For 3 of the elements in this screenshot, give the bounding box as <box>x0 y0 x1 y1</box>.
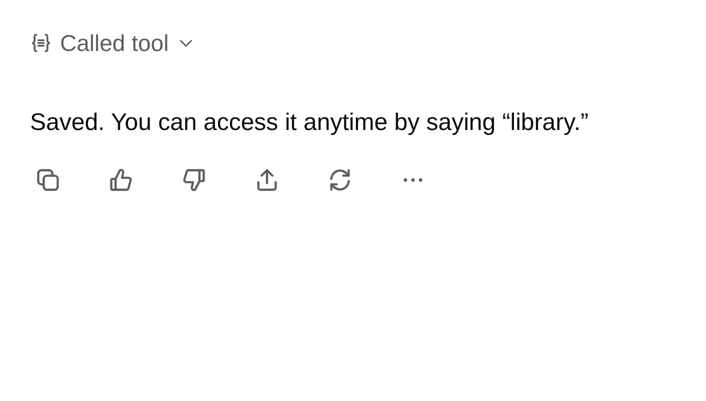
braces-icon <box>30 32 52 54</box>
message-text: Saved. You can access it anytime by saying “library.” <box>30 108 590 138</box>
called-tool-toggle[interactable]: Called tool <box>30 26 195 60</box>
